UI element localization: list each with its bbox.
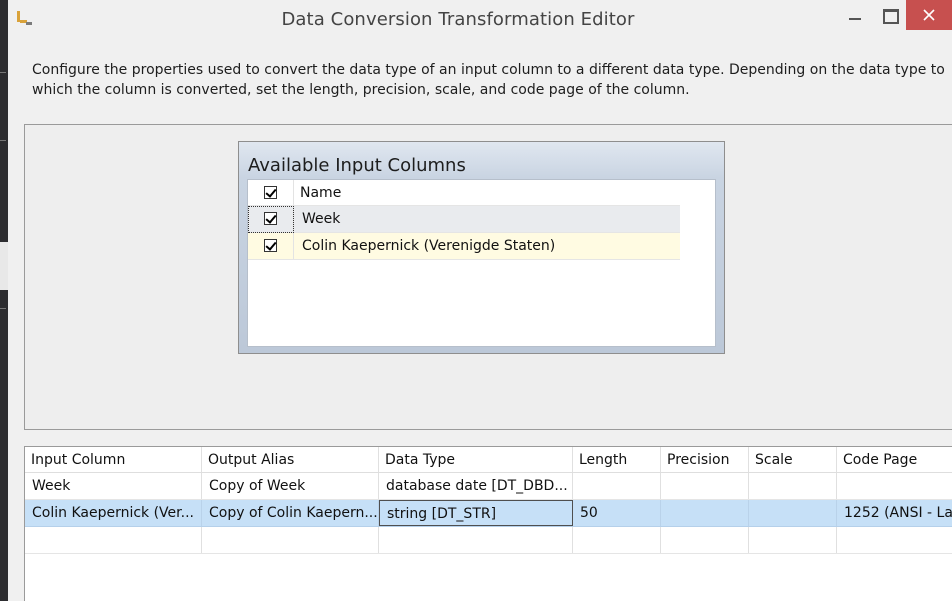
code-page-cell[interactable]: 1252 (ANSI - La [837,500,952,526]
background-panel [0,242,8,290]
instructions-text: Configure the properties used to convert… [32,62,945,98]
input-column-cell[interactable]: Colin Kaepernick (Ver... [25,500,202,526]
scale-cell[interactable] [749,473,837,499]
table-row-selected[interactable]: Colin Kaepernick (Ver... Copy of Colin K… [25,500,952,527]
scale-cell[interactable] [749,527,837,553]
close-button[interactable] [906,0,952,30]
precision-cell[interactable] [661,473,749,499]
background-mark [0,140,6,141]
scale-header[interactable]: Scale [749,447,837,472]
length-cell[interactable] [573,473,661,499]
precision-cell[interactable] [661,527,749,553]
input-column-header[interactable]: Input Column [25,447,202,472]
length-header[interactable]: Length [573,447,661,472]
list-item[interactable]: Week [248,206,680,233]
code-page-header[interactable]: Code Page [837,447,952,472]
editor-window: Data Conversion Transformation Editor Co… [8,0,952,601]
precision-cell[interactable] [661,500,749,526]
code-page-cell[interactable] [837,473,952,499]
precision-header[interactable]: Precision [661,447,749,472]
table-row[interactable]: Week Copy of Week database date [DT_DBD.… [25,473,952,500]
column-checkbox[interactable] [264,239,277,252]
close-icon [923,9,935,21]
select-all-cell[interactable] [248,180,294,205]
checkbox-cell[interactable] [248,206,294,233]
checkbox-cell[interactable] [248,233,294,259]
length-cell[interactable]: 50 [573,500,661,526]
available-columns-title: Available Input Columns [248,155,466,176]
list-item[interactable]: Colin Kaepernick (Verenigde Staten) [248,233,680,260]
minimize-button[interactable] [838,0,872,30]
conversion-grid: Input Column Output Alias Data Type Leng… [24,446,952,601]
code-page-cell[interactable] [837,527,952,553]
available-columns-header: Name [248,180,680,206]
length-cell[interactable] [573,527,661,553]
input-column-cell[interactable] [25,527,202,553]
empty-new-row[interactable] [25,527,952,554]
data-type-cell[interactable]: string [DT_STR] [379,500,573,526]
background-mark [0,308,6,309]
focus-rectangle [248,206,294,233]
available-columns-grid: Name Week Colin Kaepernick (Verenigde St… [247,179,716,347]
input-column-cell[interactable]: Week [25,473,202,499]
conversion-grid-header: Input Column Output Alias Data Type Leng… [25,447,952,473]
select-all-checkbox[interactable] [264,186,277,199]
data-type-header[interactable]: Data Type [379,447,573,472]
data-type-cell[interactable]: database date [DT_DBD... [379,473,573,499]
title-bar[interactable]: Data Conversion Transformation Editor [8,0,952,38]
data-type-cell[interactable] [379,527,573,553]
output-alias-header[interactable]: Output Alias [202,447,379,472]
name-column-header: Name [300,185,342,201]
column-name: Colin Kaepernick (Verenigde Staten) [302,238,556,254]
background-app-strip [0,0,8,601]
output-alias-cell[interactable] [202,527,379,553]
scale-cell[interactable] [749,500,837,526]
output-alias-cell[interactable]: Copy of Colin Kaepern... [202,500,379,526]
available-input-columns-box: Available Input Columns Name Week Colin … [238,141,725,354]
background-mark [0,72,6,73]
maximize-button[interactable] [872,0,906,30]
column-name: Week [302,211,341,227]
output-alias-cell[interactable]: Copy of Week [202,473,379,499]
window-title: Data Conversion Transformation Editor [281,9,635,30]
